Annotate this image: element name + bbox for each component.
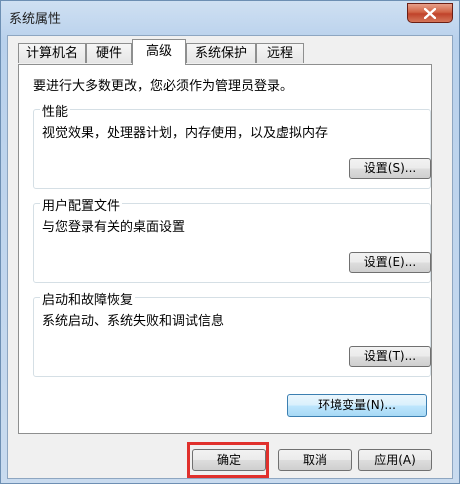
apply-button[interactable]: 应用(A): [358, 449, 432, 471]
tab-hardware[interactable]: 硬件: [86, 43, 132, 63]
title-bar[interactable]: 系统属性: [1, 1, 459, 35]
ok-button[interactable]: 确定: [192, 449, 266, 471]
startup-recovery-settings-button[interactable]: 设置(T)...: [349, 346, 431, 367]
performance-group: 性能 视觉效果，处理器计划，内存使用，以及虚拟内存 设置(S)...: [33, 101, 431, 189]
performance-title: 性能: [40, 101, 71, 120]
system-properties-window: 系统属性 计算机名 硬件 高级 系统保护 远程 要进行大多数更改，您必须作为管理…: [0, 0, 460, 484]
dialog-client-area: 计算机名 硬件 高级 系统保护 远程 要进行大多数更改，您必须作为管理员登录。 …: [7, 35, 453, 479]
startup-recovery-title: 启动和故障恢复: [40, 289, 136, 308]
tab-system-protection[interactable]: 系统保护: [186, 43, 256, 63]
environment-variables-button[interactable]: 环境变量(N)...: [287, 394, 427, 417]
performance-settings-button[interactable]: 设置(S)...: [349, 158, 431, 179]
user-profiles-group: 用户配置文件 与您登录有关的桌面设置 设置(E)...: [33, 195, 431, 283]
performance-desc: 视觉效果，处理器计划，内存使用，以及虚拟内存: [42, 126, 329, 141]
startup-recovery-group: 启动和故障恢复 系统启动、系统失败和调试信息 设置(T)...: [33, 289, 431, 377]
advanced-tab-panel: 要进行大多数更改，您必须作为管理员登录。 性能 视觉效果，处理器计划，内存使用，…: [18, 64, 432, 434]
tab-remote[interactable]: 远程: [256, 43, 304, 63]
tab-computer-name[interactable]: 计算机名: [18, 43, 86, 63]
close-icon: [424, 8, 436, 19]
tab-advanced[interactable]: 高级: [132, 39, 186, 65]
startup-recovery-desc: 系统启动、系统失败和调试信息: [42, 314, 225, 329]
close-button[interactable]: [407, 3, 453, 23]
user-profiles-title: 用户配置文件: [40, 195, 123, 214]
admin-note: 要进行大多数更改，您必须作为管理员登录。: [33, 79, 294, 94]
cancel-button[interactable]: 取消: [278, 449, 352, 471]
user-profiles-settings-button[interactable]: 设置(E)...: [349, 252, 431, 273]
window-title: 系统属性: [9, 12, 62, 27]
user-profiles-desc: 与您登录有关的桌面设置: [42, 220, 186, 235]
